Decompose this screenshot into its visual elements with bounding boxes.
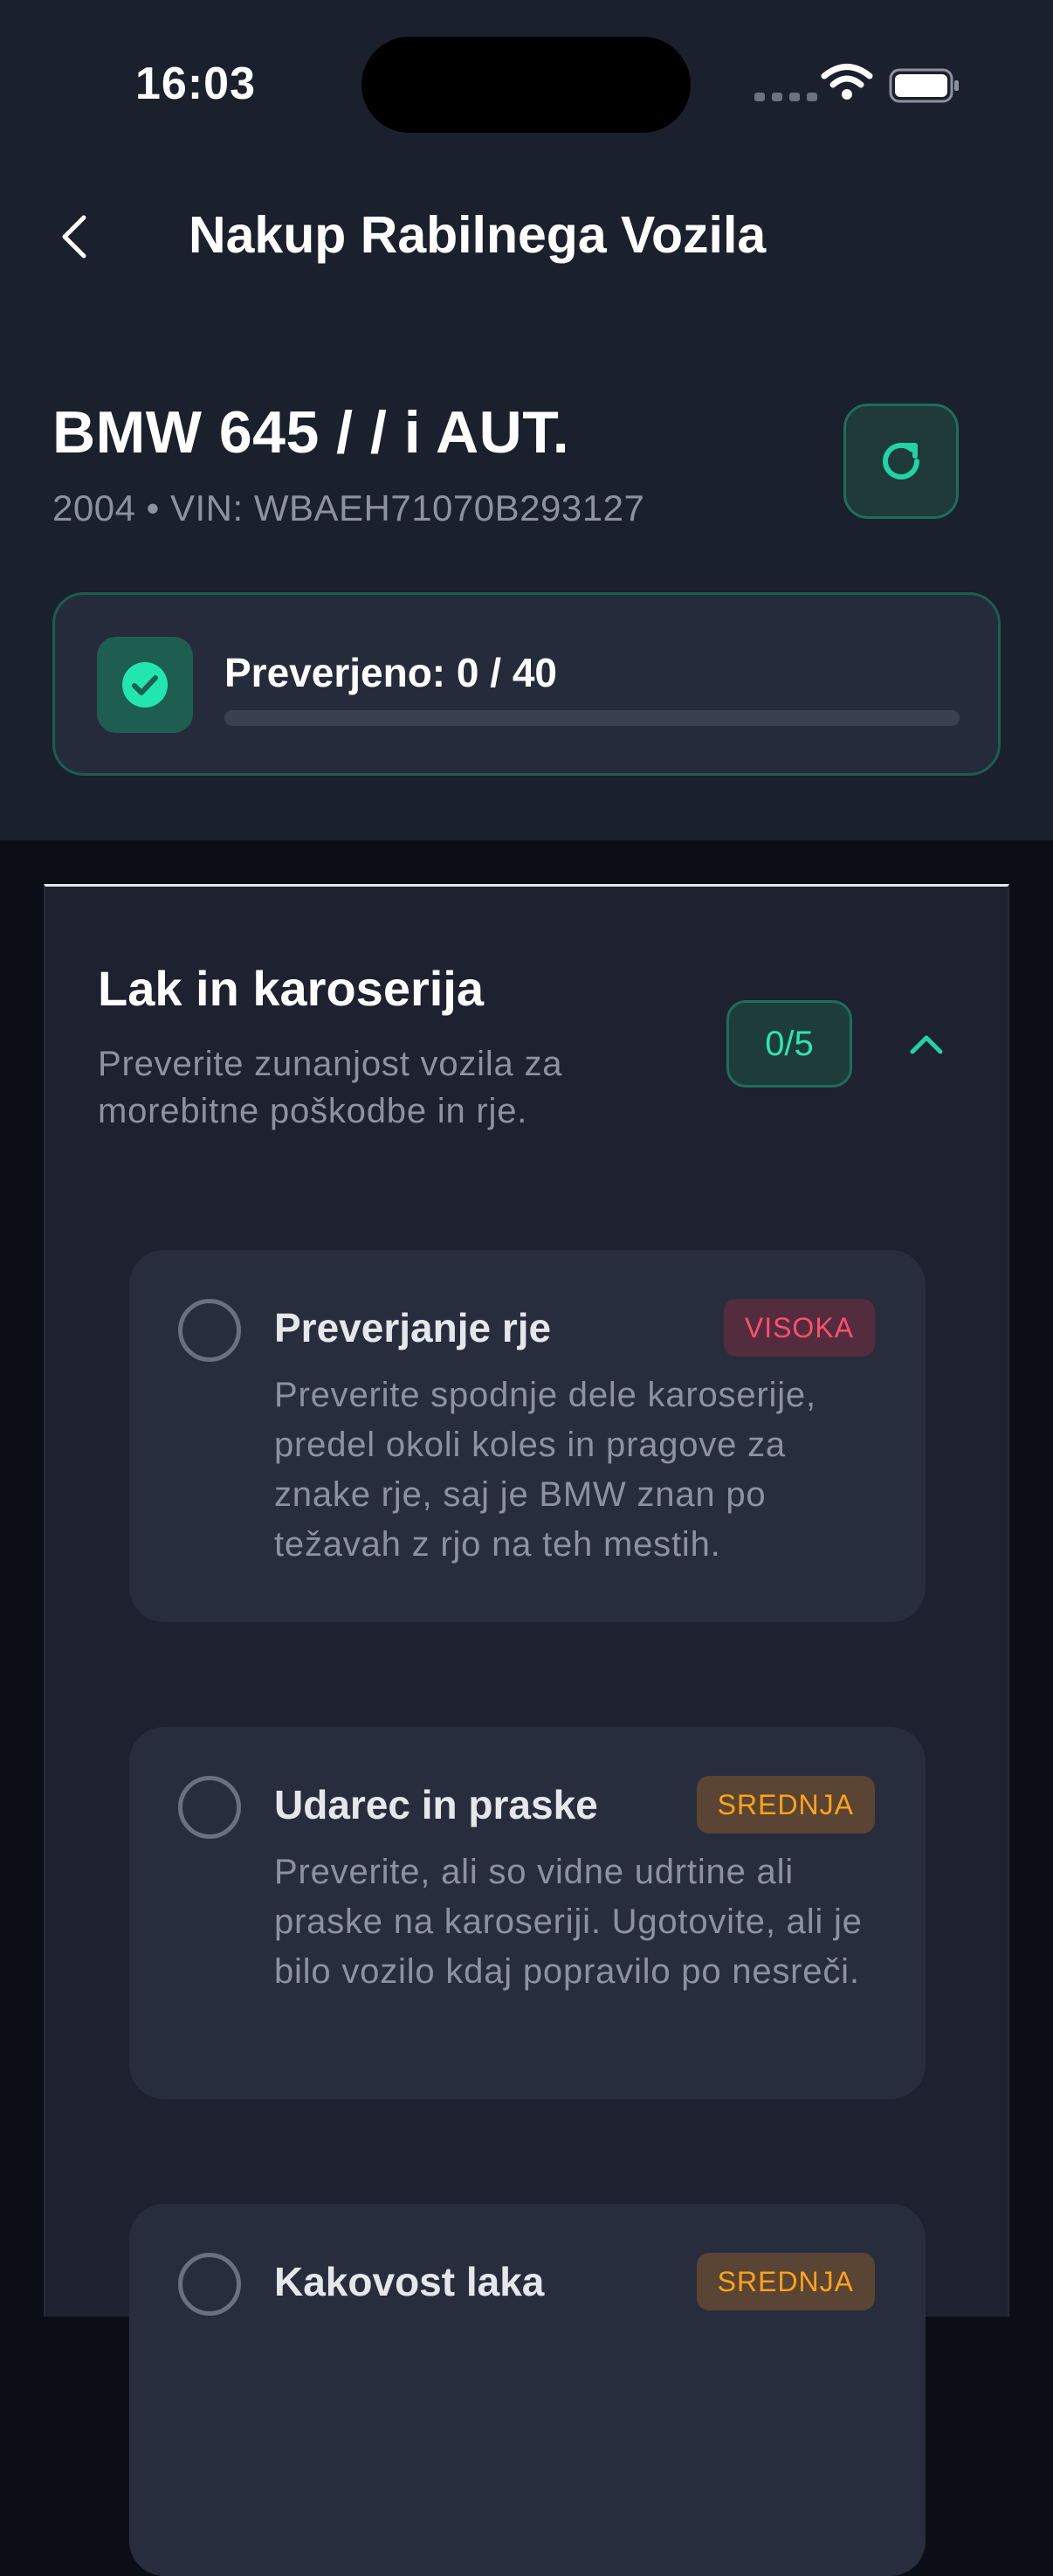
chevron-left-icon	[62, 215, 86, 259]
section-title: Lak in karoserija	[98, 961, 485, 1016]
checklist-item[interactable]: Kakovost laka SREDNJA	[129, 2204, 926, 2576]
progress-icon-box	[97, 637, 193, 733]
chevron-up-icon	[910, 1035, 943, 1054]
progress-bar	[224, 710, 960, 726]
progress-card: Preverjeno: 0 / 40	[52, 592, 1001, 776]
checklist-item[interactable]: Udarec in praske SREDNJA Preverite, ali …	[129, 1727, 926, 2099]
page-title: Nakup Rabilnega Vozila	[189, 206, 767, 264]
item-checkbox[interactable]	[178, 1776, 241, 1839]
item-description: Preverite, ali so vidne udrtine ali pras…	[274, 1853, 863, 1991]
vehicle-subtitle: 2004 • VIN: WBAEH71070B293127	[52, 487, 645, 528]
refresh-icon	[883, 442, 919, 480]
progress-label: Preverjeno: 0 / 40	[224, 650, 557, 695]
section-count-badge: 0/5	[726, 1000, 852, 1088]
vehicle-title: BMW 645 / / i AUT.	[52, 399, 570, 466]
collapse-button[interactable]	[899, 1018, 953, 1070]
item-description: Preverite spodnje dele karoserije, prede…	[274, 1376, 816, 1564]
item-checkbox[interactable]	[178, 1299, 241, 1362]
refresh-button[interactable]	[843, 404, 959, 519]
back-button[interactable]	[51, 206, 98, 267]
dynamic-island	[361, 37, 691, 133]
status-bar: 16:03	[0, 0, 1053, 175]
item-title: Preverjanje rje	[274, 1305, 552, 1350]
header: 16:03 Nakup Rabilnega Vozila BMW 645 / /…	[0, 0, 1053, 840]
check-circle-icon	[122, 662, 168, 708]
priority-badge: SREDNJA	[696, 1776, 875, 1834]
checklist-item[interactable]: Preverjanje rje VISOKA Preverite spodnje…	[129, 1250, 926, 1622]
priority-badge: SREDNJA	[696, 2253, 875, 2310]
section-card-paint-body: Lak in karoserija Preverite zunanjost vo…	[44, 884, 1009, 2576]
item-checkbox[interactable]	[178, 2253, 241, 2316]
wifi-icon	[821, 64, 873, 100]
section-description: Preverite zunanjost vozila za morebitne …	[98, 1045, 563, 1130]
item-title: Udarec in praske	[274, 1782, 598, 1827]
battery-icon	[889, 68, 959, 103]
priority-badge: VISOKA	[723, 1299, 875, 1357]
signal-icon	[754, 93, 817, 101]
status-time: 16:03	[135, 59, 256, 109]
item-title: Kakovost laka	[274, 2259, 545, 2304]
